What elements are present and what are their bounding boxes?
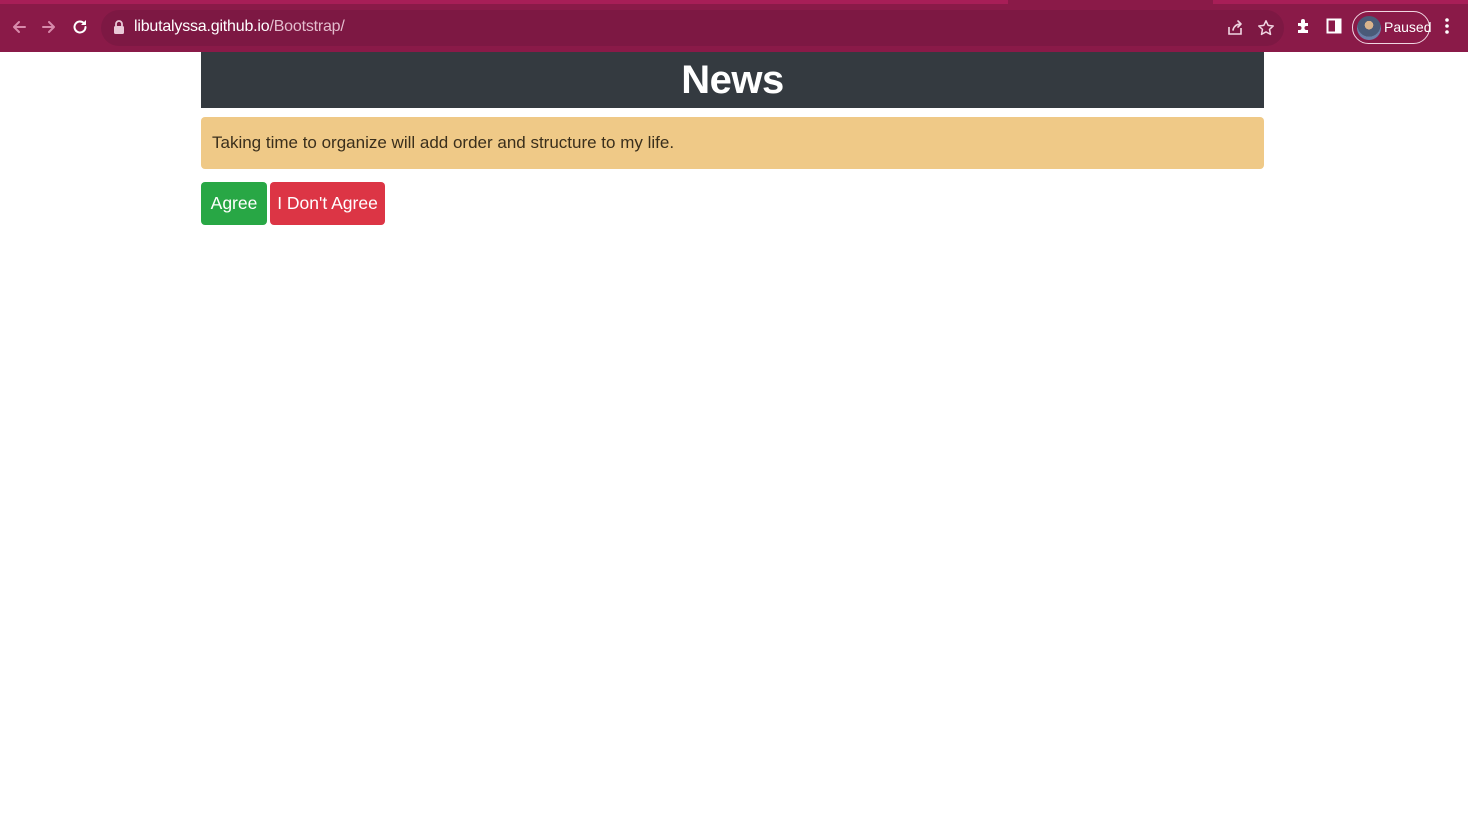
disagree-button[interactable]: I Don't Agree (270, 182, 385, 225)
back-icon[interactable] (6, 14, 32, 40)
url-host: libutalyssa.github.io (134, 18, 270, 35)
star-icon[interactable] (1256, 18, 1276, 38)
active-tab-indicator (1008, 0, 1213, 4)
avatar (1357, 15, 1381, 40)
tab-strip (0, 0, 1468, 4)
lock-icon[interactable] (113, 20, 125, 39)
share-icon[interactable] (1225, 18, 1245, 38)
forward-icon[interactable] (36, 14, 62, 40)
page-header: News (201, 52, 1264, 108)
reload-icon[interactable] (67, 14, 93, 40)
profile-button[interactable]: Paused (1352, 11, 1432, 44)
agree-button[interactable]: Agree (201, 182, 267, 225)
page-title: News (681, 57, 784, 102)
menu-icon[interactable] (1436, 15, 1458, 37)
alert-text: Taking time to organize will add order a… (212, 133, 675, 152)
address-bar[interactable]: libutalyssa.github.io/Bootstrap/ (101, 10, 1284, 46)
url-path: /Bootstrap/ (269, 18, 345, 35)
extensions-icon[interactable] (1293, 15, 1315, 37)
url-text[interactable]: libutalyssa.github.io/Bootstrap/ (134, 18, 345, 36)
profile-status: Paused (1384, 19, 1432, 35)
browser-toolbar: libutalyssa.github.io/Bootstrap/ Paused (0, 0, 1468, 52)
side-panel-icon[interactable] (1323, 15, 1345, 37)
alert-message: Taking time to organize will add order a… (201, 117, 1264, 169)
